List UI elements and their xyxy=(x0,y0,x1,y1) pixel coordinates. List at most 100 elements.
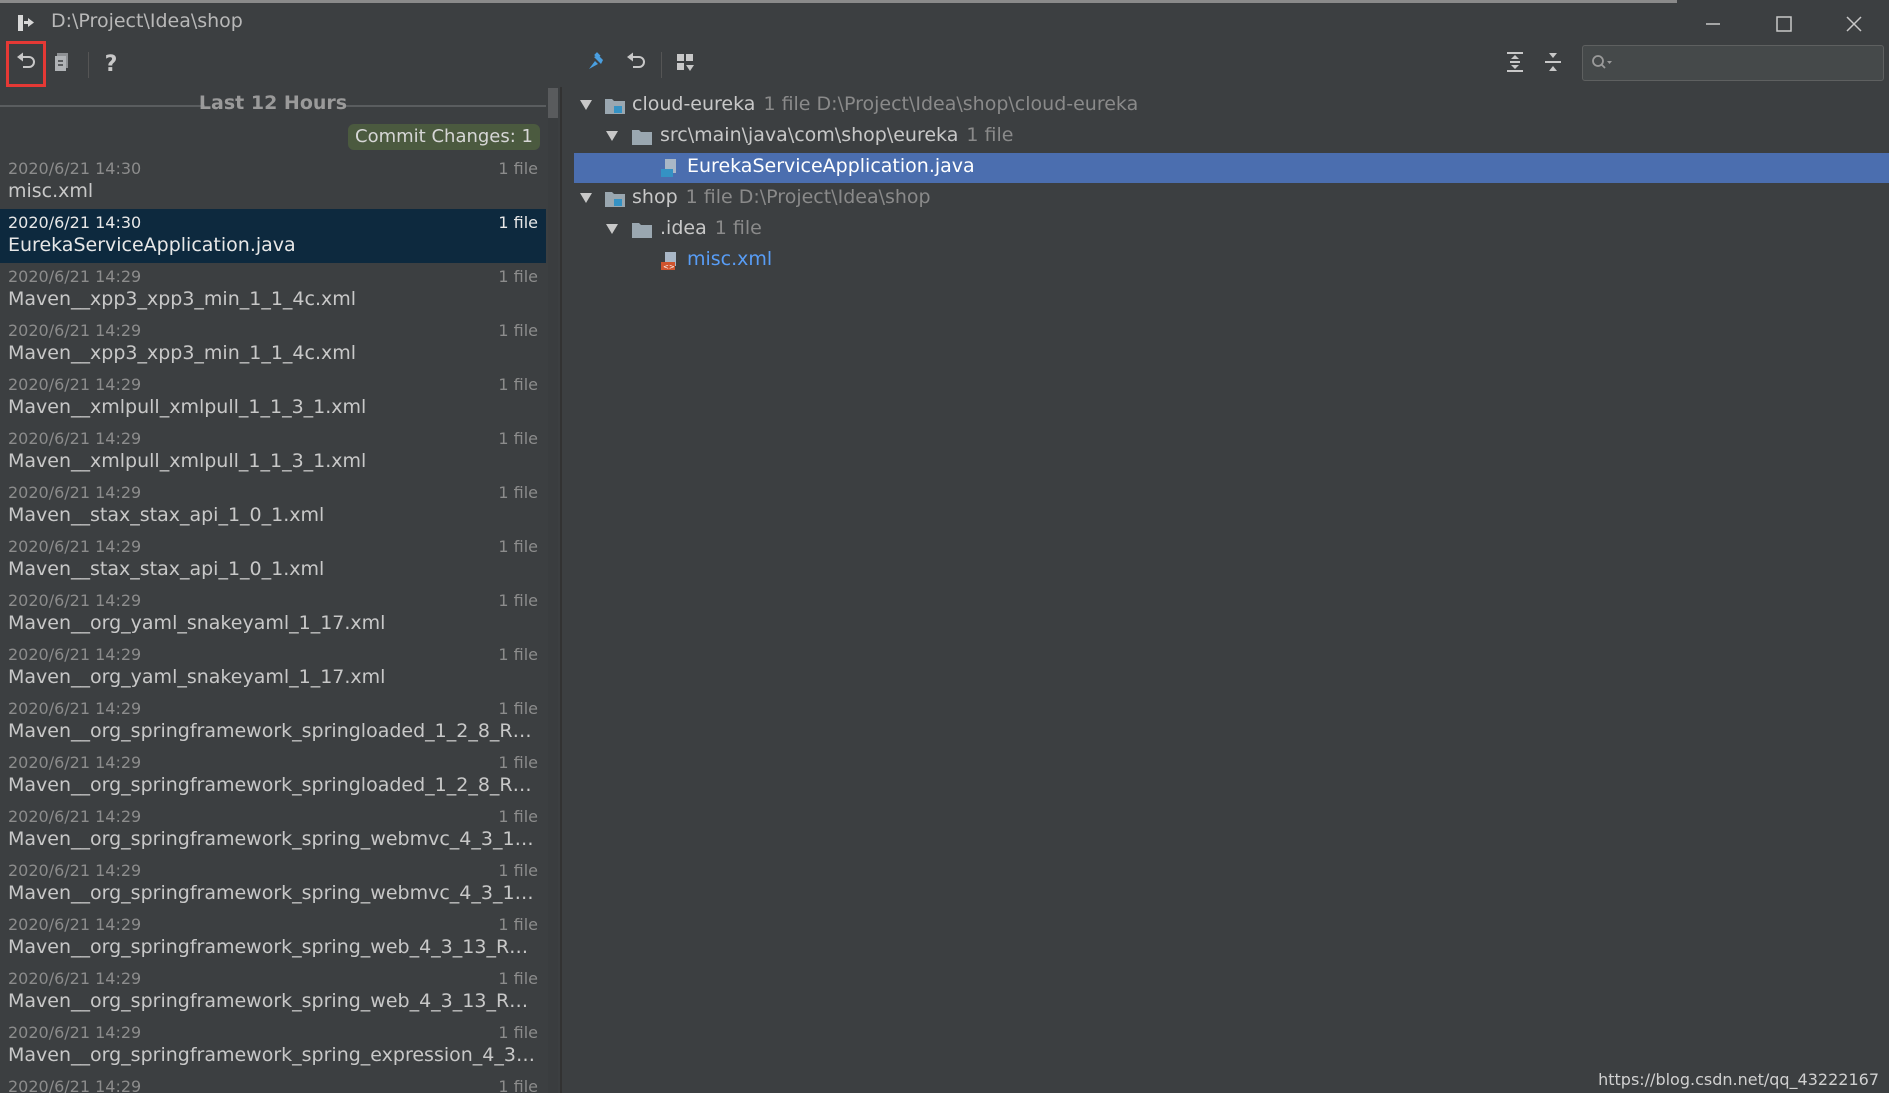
history-row[interactable]: 2020/6/21 14:29 1 file Maven__xmlpull_xmlp… xyxy=(0,371,546,425)
toolbar-separator xyxy=(661,52,662,78)
history-row-selected[interactable]: 2020/6/21 14:30 1 file EurekaServiceApplic… xyxy=(0,209,546,263)
pin-icon xyxy=(585,51,607,78)
history-list: 2020/6/21 14:30 1 file misc.xml 2020/6/21 … xyxy=(0,155,546,1093)
show-diff-button[interactable] xyxy=(44,46,80,82)
tree-node-cloud-eureka[interactable]: cloud-eureka 1 file D:\Project\Idea\shop\… xyxy=(574,91,1889,121)
app-icon xyxy=(16,13,36,33)
svg-text:<>: <> xyxy=(663,263,675,271)
history-row[interactable]: 2020/6/21 14:29 1 file Maven__xmlpull_xmlp… xyxy=(0,425,546,479)
group-header: Last 12 Hours xyxy=(0,87,546,123)
xml-file-icon: <> xyxy=(660,251,682,271)
row-timestamp: 2020/6/21 14:30 xyxy=(8,159,142,178)
row-timestamp: 2020/6/21 14:29 xyxy=(8,537,142,556)
history-row[interactable]: 2020/6/21 14:29 1 file Maven__org_yaml_sna… xyxy=(0,587,546,641)
history-row[interactable]: 2020/6/21 14:29 1 file Maven__org_springfr… xyxy=(0,857,546,911)
row-file-count: 1 file xyxy=(498,483,538,502)
revert-button[interactable] xyxy=(6,41,46,87)
history-scrollbar[interactable] xyxy=(548,88,558,1093)
history-row[interactable]: 2020/6/21 14:29 1 file Maven__org_springfr… xyxy=(0,911,546,965)
tree-node-eureka-java[interactable]: EurekaServiceApplication.java xyxy=(574,153,1889,183)
row-file-count: 1 file xyxy=(498,699,538,718)
tree-node-shop[interactable]: shop 1 file D:\Project\Idea\shop xyxy=(574,184,1889,214)
search-input[interactable] xyxy=(1621,46,1880,82)
folder-icon xyxy=(631,127,653,147)
tree-node-src-main[interactable]: src\main\java\com\shop\eureka 1 file xyxy=(574,122,1889,152)
row-file-count: 1 file xyxy=(498,537,538,556)
scrollbar-thumb[interactable] xyxy=(548,88,558,118)
search-field[interactable] xyxy=(1582,45,1884,82)
row-file-name: Maven__org_springframework_spring_web_4_… xyxy=(8,990,538,1012)
minimize-button[interactable] xyxy=(1688,6,1738,42)
row-file-count: 1 file xyxy=(498,375,538,394)
row-timestamp: 2020/6/21 14:29 xyxy=(8,429,142,448)
row-file-name: Maven__org_springframework_spring_expres… xyxy=(8,1044,538,1066)
help-button[interactable]: ? xyxy=(93,46,129,82)
history-row[interactable]: 2020/6/21 14:29 1 file Maven__org_springfr… xyxy=(0,749,546,803)
history-row[interactable]: 2020/6/21 14:29 1 file Maven__stax_stax_ap… xyxy=(0,533,546,587)
history-row[interactable]: 2020/6/21 14:29 1 file Maven__xpp3_xpp3_mi… xyxy=(0,263,546,317)
node-meta: 1 file xyxy=(714,217,762,239)
expand-arrow-icon[interactable] xyxy=(604,127,620,143)
expand-arrow-icon[interactable] xyxy=(578,96,594,112)
history-row[interactable]: 2020/6/21 14:29 1 file Maven__org_springfr… xyxy=(0,1019,546,1073)
history-row[interactable]: 2020/6/21 14:29 1 file Maven__org_springfr… xyxy=(0,965,546,1019)
row-timestamp: 2020/6/21 14:29 xyxy=(8,969,142,988)
title-bar: D:\Project\Idea\shop xyxy=(0,3,1889,41)
node-meta: 1 file xyxy=(966,124,1014,146)
row-file-name: Maven__xpp3_xpp3_min_1_1_4c.xml xyxy=(8,342,357,364)
node-meta: 1 file D:\Project\Idea\shop xyxy=(685,186,931,208)
panel-splitter[interactable] xyxy=(560,87,562,1093)
node-label: cloud-eureka xyxy=(632,93,756,115)
history-row[interactable]: 2020/6/21 14:29 1 file Maven__org_springfr… xyxy=(0,695,546,749)
row-timestamp: 2020/6/21 14:30 xyxy=(8,213,142,232)
group-title: Last 12 Hours xyxy=(198,92,348,114)
history-row[interactable]: 2020/6/21 14:29 1 file Maven__org_springfr… xyxy=(0,803,546,857)
node-meta: 1 file D:\Project\Idea\shop\cloud-eureka xyxy=(763,93,1139,115)
row-file-count: 1 file xyxy=(498,591,538,610)
window-title: D:\Project\Idea\shop xyxy=(51,10,243,32)
close-button[interactable] xyxy=(1829,6,1879,42)
collapse-all-icon xyxy=(1542,51,1564,78)
row-timestamp: 2020/6/21 14:29 xyxy=(8,699,142,718)
history-row[interactable]: 2020/6/21 14:29 1 file Maven__stax_stax_ap… xyxy=(0,479,546,533)
row-file-name: Maven__stax_stax_api_1_0_1.xml xyxy=(8,504,325,526)
row-file-count: 1 file xyxy=(498,267,538,286)
row-timestamp: 2020/6/21 14:29 xyxy=(8,483,142,502)
node-label: src\main\java\com\shop\eureka xyxy=(660,124,959,146)
row-file-name: Maven__xmlpull_xmlpull_1_1_3_1.xml xyxy=(8,450,367,472)
row-file-count: 1 file xyxy=(498,321,538,340)
history-row[interactable]: 2020/6/21 14:29 1 file Maven__xpp3_xpp3_mi… xyxy=(0,317,546,371)
row-timestamp: 2020/6/21 14:29 xyxy=(8,861,142,880)
node-label: shop xyxy=(632,186,678,208)
history-row[interactable]: 2020/6/21 14:30 1 file misc.xml xyxy=(0,155,546,209)
row-timestamp: 2020/6/21 14:29 xyxy=(8,1077,142,1093)
tree-node-idea[interactable]: .idea 1 file xyxy=(574,215,1889,245)
expand-arrow-icon[interactable] xyxy=(578,189,594,205)
row-file-count: 1 file xyxy=(498,807,538,826)
row-timestamp: 2020/6/21 14:29 xyxy=(8,591,142,610)
revert-changes-button[interactable] xyxy=(618,46,654,82)
row-timestamp: 2020/6/21 14:29 xyxy=(8,321,142,340)
search-icon xyxy=(1591,54,1613,77)
row-file-count: 1 file xyxy=(498,969,538,988)
tree-node-misc-xml[interactable]: <> misc.xml xyxy=(574,246,1889,276)
group-by-button[interactable] xyxy=(668,46,704,82)
node-label: EurekaServiceApplication.java xyxy=(687,155,975,177)
pin-button[interactable] xyxy=(578,46,614,82)
maximize-button[interactable] xyxy=(1759,6,1809,42)
row-file-name: Maven__org_yaml_snakeyaml_1_17.xml xyxy=(8,612,386,634)
undo-icon xyxy=(15,51,37,78)
history-row[interactable]: 2020/6/21 14:29 1 file xyxy=(0,1073,546,1093)
row-file-count: 1 file xyxy=(498,915,538,934)
node-label: misc.xml xyxy=(687,248,773,270)
row-timestamp: 2020/6/21 14:29 xyxy=(8,267,142,286)
expand-arrow-icon[interactable] xyxy=(604,220,620,236)
row-file-name: Maven__xpp3_xpp3_min_1_1_4c.xml xyxy=(8,288,357,310)
history-row[interactable]: 2020/6/21 14:29 1 file Maven__org_yaml_sna… xyxy=(0,641,546,695)
expand-all-icon xyxy=(1504,51,1526,78)
row-file-count: 1 file xyxy=(498,213,538,232)
row-file-count: 1 file xyxy=(498,159,538,178)
java-file-icon xyxy=(660,158,682,178)
expand-all-button[interactable] xyxy=(1497,46,1533,82)
collapse-all-button[interactable] xyxy=(1535,46,1571,82)
